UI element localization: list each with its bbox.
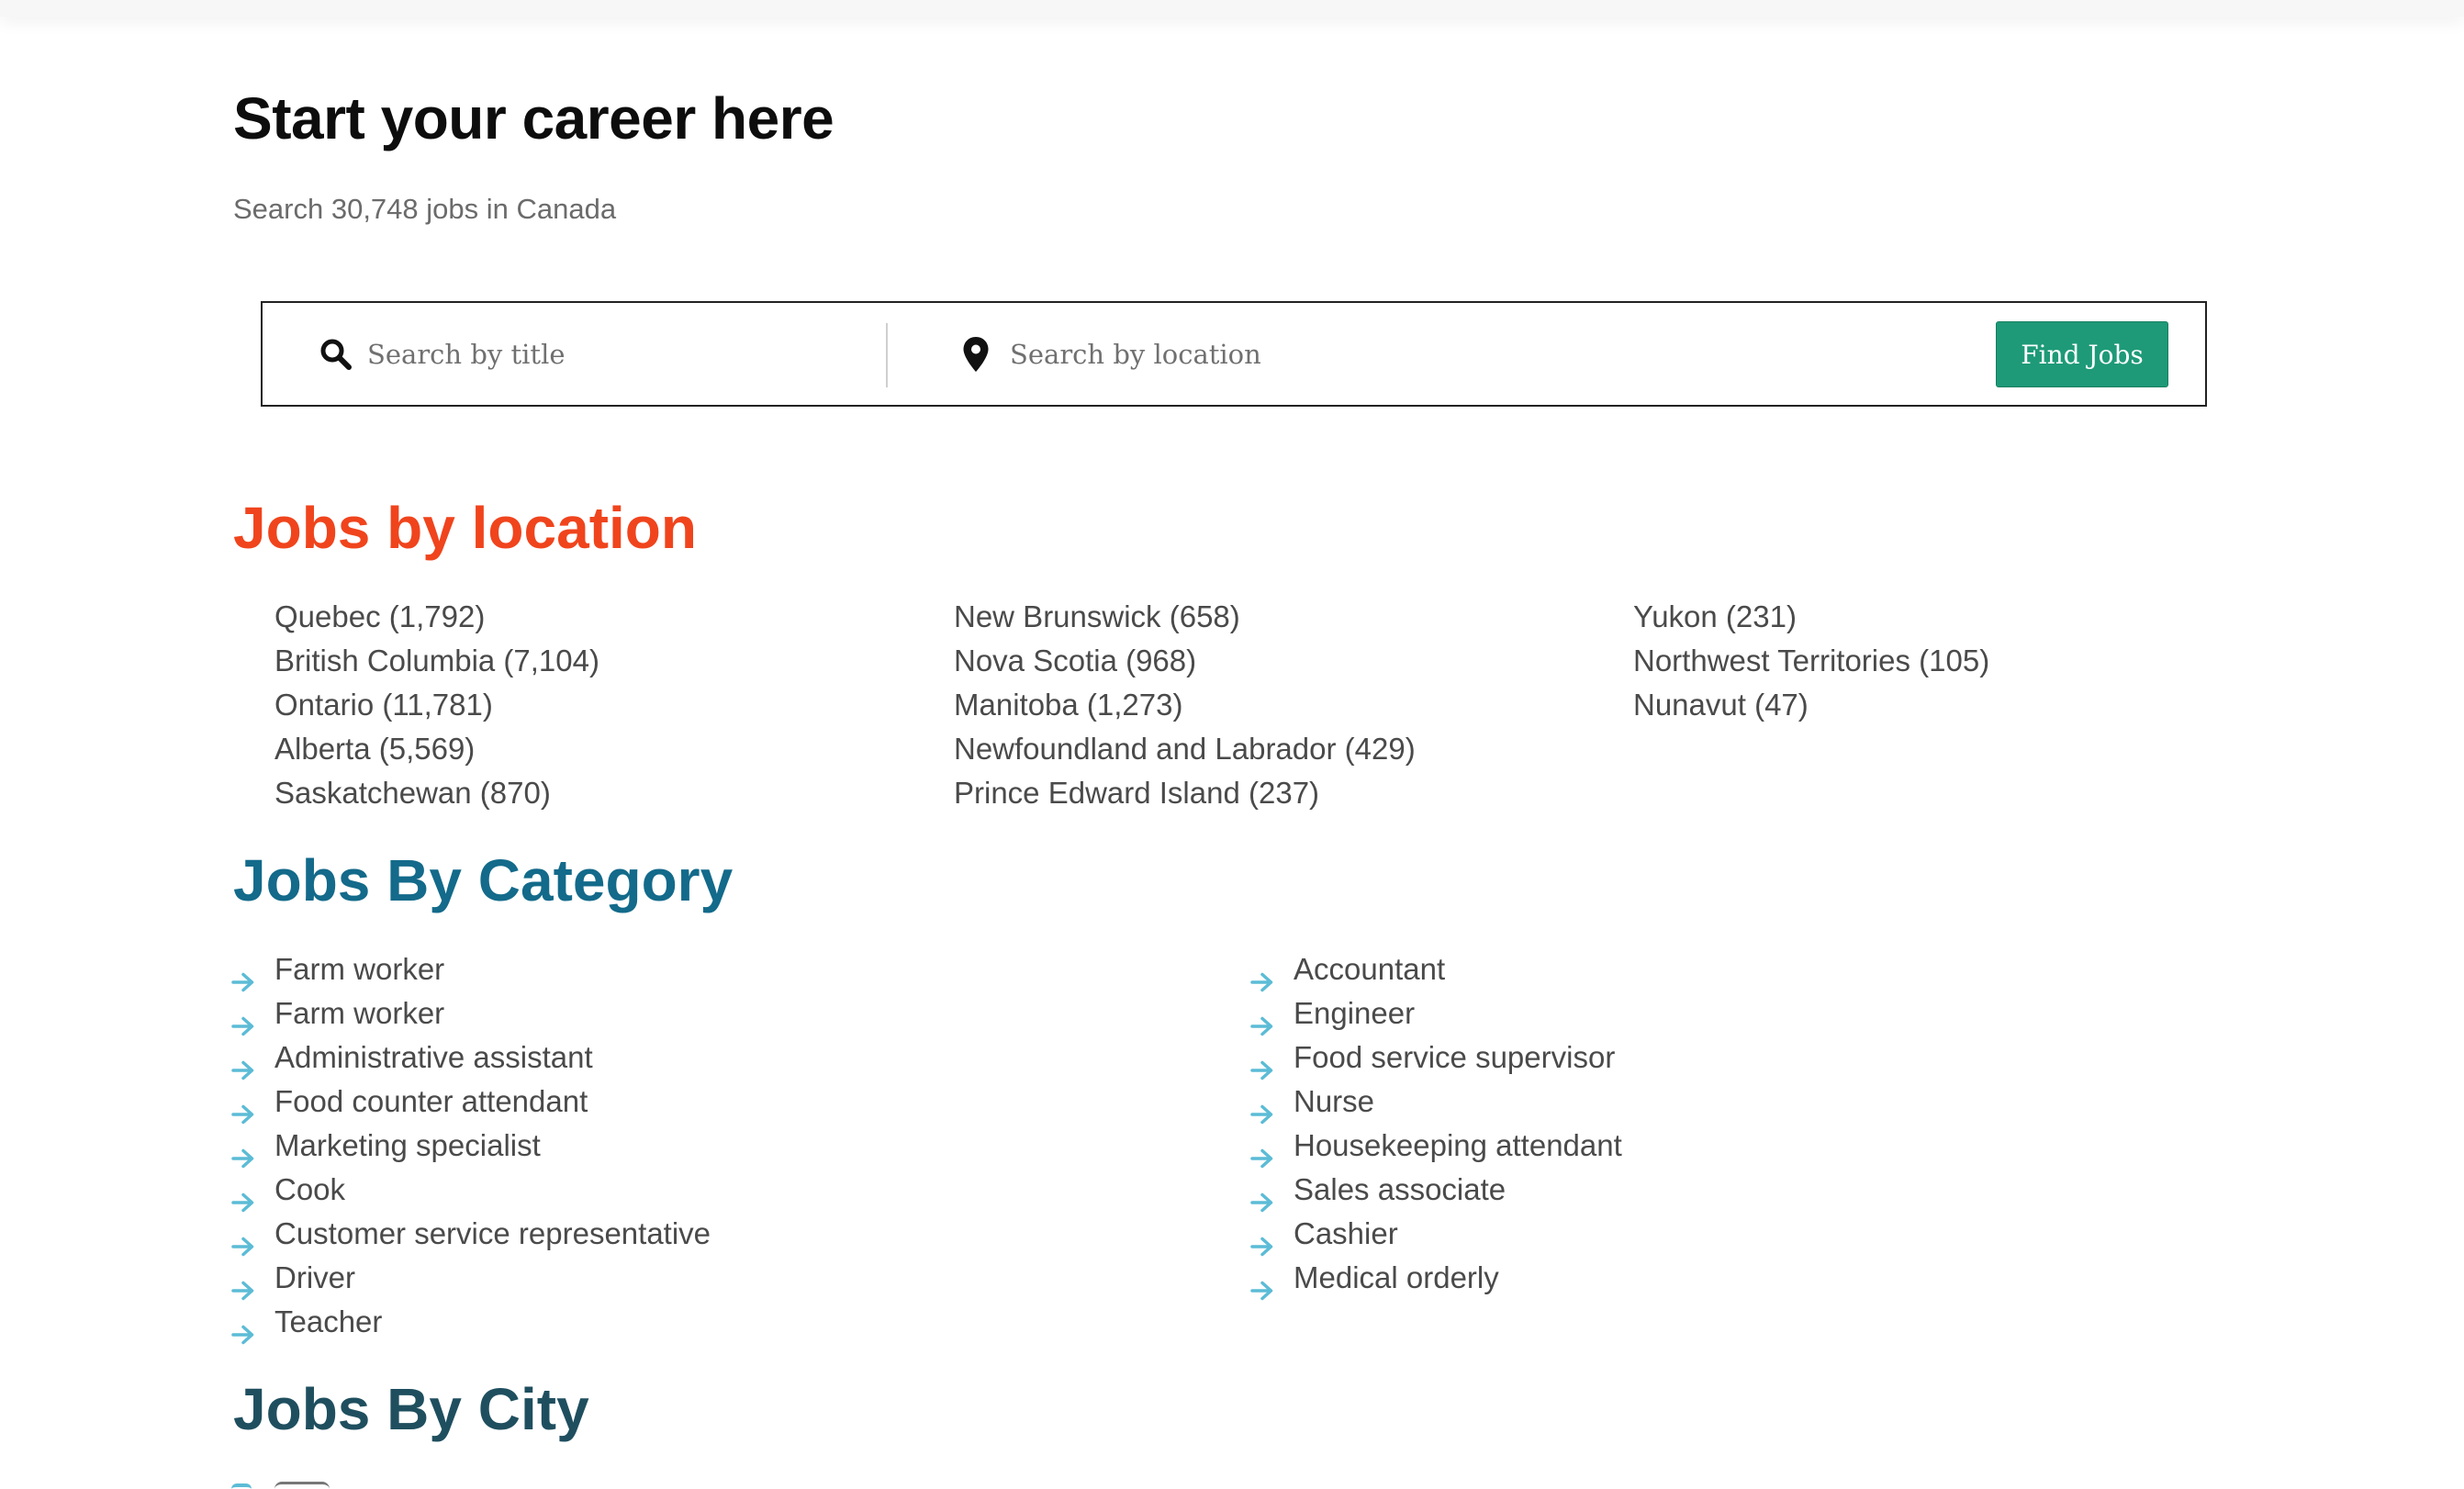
- category-link[interactable]: Marketing specialist: [231, 1124, 711, 1169]
- category-label: Food service supervisor: [1294, 1040, 1616, 1074]
- category-column: Accountant Engineer Food service supervi…: [1250, 947, 1622, 1301]
- location-column: New Brunswick (658) Nova Scotia (968) Ma…: [954, 595, 1416, 815]
- location-link[interactable]: Manitoba (1,273): [954, 683, 1416, 727]
- category-link[interactable]: Food counter attendant: [231, 1080, 711, 1125]
- category-link[interactable]: Farm worker: [231, 947, 711, 992]
- category-link[interactable]: Driver: [231, 1256, 711, 1301]
- arrow-right-icon: [1250, 960, 1274, 992]
- location-link[interactable]: Quebec (1,792): [274, 595, 599, 639]
- location-link[interactable]: Newfoundland and Labrador (429): [954, 727, 1416, 771]
- arrow-right-icon: [1250, 1048, 1274, 1080]
- category-link[interactable]: Farm worker: [231, 991, 711, 1036]
- arrow-right-icon: [231, 1048, 255, 1080]
- category-label: Teacher: [274, 1304, 383, 1338]
- find-jobs-button[interactable]: Find Jobs: [1996, 321, 2168, 387]
- category-link[interactable]: Cook: [231, 1168, 711, 1213]
- category-label: Engineer: [1294, 996, 1416, 1030]
- category-label: Marketing specialist: [274, 1128, 541, 1162]
- location-link[interactable]: Saskatchewan (870): [274, 771, 599, 815]
- category-label: Sales associate: [1294, 1172, 1506, 1206]
- category-label: Driver: [274, 1260, 355, 1294]
- location-column: Quebec (1,792) British Columbia (7,104) …: [274, 595, 599, 815]
- search-icon: [319, 338, 353, 371]
- category-link[interactable]: Food service supervisor: [1250, 1036, 1622, 1080]
- title-search-input[interactable]: [367, 325, 863, 384]
- arrow-right-icon: [231, 1181, 255, 1213]
- location-link[interactable]: Prince Edward Island (237): [954, 771, 1416, 815]
- arrow-right-icon: [231, 960, 255, 992]
- category-label: Accountant: [1294, 952, 1446, 986]
- category-link[interactable]: Teacher: [231, 1300, 711, 1345]
- arrow-right-icon: [1250, 1181, 1274, 1213]
- location-link[interactable]: Northwest Territories (105): [1633, 639, 1989, 683]
- arrow-right-icon: [231, 1004, 255, 1036]
- category-link[interactable]: Cashier: [1250, 1212, 1622, 1257]
- category-link[interactable]: Medical orderly: [1250, 1256, 1622, 1301]
- category-label: Customer service representative: [274, 1216, 711, 1250]
- category-label: Cook: [274, 1172, 346, 1206]
- search-bar: Find Jobs: [261, 301, 2207, 407]
- location-link[interactable]: British Columbia (7,104): [274, 639, 599, 683]
- top-bar: [0, 0, 2464, 17]
- jobs-by-category-heading: Jobs By Category: [233, 847, 734, 913]
- arrow-right-icon: [231, 1483, 252, 1489]
- arrow-right-icon: [1250, 1269, 1274, 1301]
- category-label: Cashier: [1294, 1216, 1398, 1250]
- arrow-right-icon: [1250, 1136, 1274, 1169]
- arrow-right-icon: [231, 1092, 255, 1125]
- arrow-right-icon: [231, 1136, 255, 1169]
- location-link[interactable]: Alberta (5,569): [274, 727, 599, 771]
- location-link[interactable]: Yukon (231): [1633, 595, 1989, 639]
- category-label: Administrative assistant: [274, 1040, 593, 1074]
- jobs-by-location-heading: Jobs by location: [233, 495, 697, 561]
- arrow-right-icon: [1250, 1092, 1274, 1125]
- search-divider: [886, 323, 888, 387]
- category-label: Farm worker: [274, 996, 445, 1030]
- location-link[interactable]: New Brunswick (658): [954, 595, 1416, 639]
- page-subtitle: Search 30,748 jobs in Canada: [233, 193, 617, 225]
- category-label: Food counter attendant: [274, 1084, 588, 1118]
- location-link[interactable]: Nunavut (47): [1633, 683, 1989, 727]
- category-link[interactable]: Sales associate: [1250, 1168, 1622, 1213]
- category-link[interactable]: Nurse: [1250, 1080, 1622, 1125]
- location-link[interactable]: Ontario (11,781): [274, 683, 599, 727]
- category-label: Medical orderly: [1294, 1260, 1499, 1294]
- city-link-partial[interactable]: [274, 1482, 330, 1489]
- arrow-right-icon: [1250, 1004, 1274, 1036]
- category-link[interactable]: Accountant: [1250, 947, 1622, 992]
- location-link[interactable]: Nova Scotia (968): [954, 639, 1416, 683]
- location-pin-icon: [962, 336, 990, 373]
- location-search-input[interactable]: [1010, 325, 1928, 384]
- arrow-right-icon: [231, 1269, 255, 1301]
- page-title: Start your career here: [233, 85, 834, 151]
- location-column: Yukon (231) Northwest Territories (105) …: [1633, 595, 1989, 727]
- category-label: Nurse: [1294, 1084, 1375, 1118]
- category-label: Farm worker: [274, 952, 445, 986]
- category-link[interactable]: Customer service representative: [231, 1212, 711, 1257]
- category-link[interactable]: Housekeeping attendant: [1250, 1124, 1622, 1169]
- arrow-right-icon: [1250, 1225, 1274, 1257]
- category-link[interactable]: Engineer: [1250, 991, 1622, 1036]
- arrow-right-icon: [231, 1225, 255, 1257]
- category-link[interactable]: Administrative assistant: [231, 1036, 711, 1080]
- jobs-by-city-heading: Jobs By City: [233, 1376, 589, 1442]
- category-column: Farm worker Farm worker Administrative a…: [231, 947, 711, 1345]
- city-list-partial: [231, 1480, 507, 1489]
- arrow-right-icon: [231, 1313, 255, 1345]
- category-label: Housekeeping attendant: [1294, 1128, 1622, 1162]
